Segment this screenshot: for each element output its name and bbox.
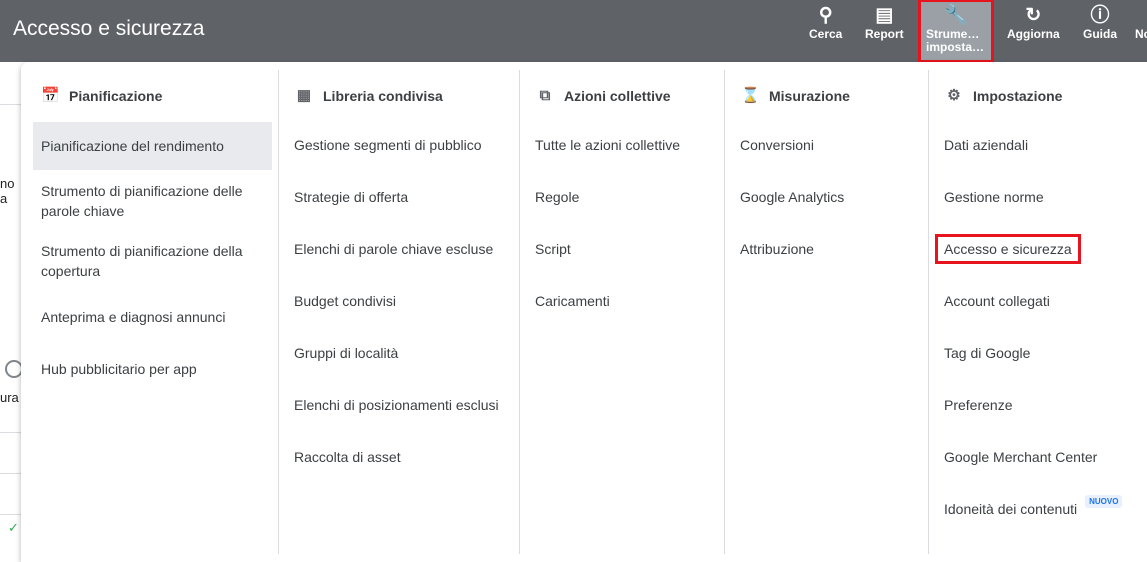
menu-item[interactable]: Google Merchant Center [936, 447, 1147, 467]
wrench-icon: 🔧 [944, 5, 968, 26]
menu-item[interactable]: Account collegati [936, 291, 1147, 311]
report-button[interactable]: ▤ Report [865, 4, 904, 60]
column-title: Misurazione [769, 88, 850, 104]
divider [0, 473, 21, 474]
background-page: no a ura ✓ [0, 62, 23, 554]
menu-item[interactable]: Strumento di pianificazione della copert… [33, 241, 272, 281]
settings-icon: ⚙ [947, 87, 961, 104]
help-icon: ⓘ [1090, 5, 1110, 26]
menu-item[interactable]: Script [527, 239, 718, 259]
refresh-label: Aggiorna [1007, 27, 1060, 41]
background-text: ura [0, 390, 19, 405]
menu-column-misurazione: ⌛ Misurazione Conversioni Google Analytic… [725, 70, 929, 554]
menu-item[interactable]: Elenchi di parole chiave escluse [286, 239, 513, 259]
report-label: Report [865, 27, 904, 41]
background-text: no a [0, 176, 15, 206]
calendar-icon: 📅 [41, 87, 60, 104]
menu-item[interactable]: Strumento di pianificazione delle parole… [33, 181, 272, 221]
column-header: ⚙ Impostazione [945, 87, 1062, 105]
menu-item[interactable]: Budget condivisi [286, 291, 513, 311]
menu-item-label: Idoneità dei contenuti [944, 501, 1078, 517]
page-title: Accesso e sicurezza [13, 17, 205, 40]
menu-item[interactable]: Dati aziendali [936, 135, 1147, 155]
check-icon: ✓ [8, 520, 19, 535]
column-header: ⧉ Azioni collettive [536, 87, 671, 105]
divider [0, 514, 21, 515]
menu-item[interactable]: Anteprima e diagnosi annunci [33, 307, 272, 327]
column-title: Impostazione [973, 88, 1063, 104]
notifications-label: No [1135, 27, 1147, 41]
refresh-button[interactable]: ↻ Aggiorna [1007, 4, 1060, 60]
new-badge: NUOVO [1085, 494, 1123, 508]
menu-column-azioni: ⧉ Azioni collettive Tutte le azioni colle… [520, 70, 725, 554]
menu-column-libreria: ▦ Libreria condivisa Gestione segmenti di… [279, 70, 520, 554]
menu-item[interactable]: Caricamenti [527, 291, 718, 311]
column-title: Pianificazione [69, 88, 163, 104]
menu-item[interactable]: Attribuzione [732, 239, 922, 259]
menu-column-pianificazione: 📅 Pianificazione Pianificazione del rendi… [21, 70, 279, 554]
search-icon: ⚲ [818, 5, 833, 26]
menu-item[interactable]: Google Analytics [732, 187, 922, 207]
menu-item-accesso-sicurezza[interactable]: Accesso e sicurezza [935, 234, 1081, 264]
menu-item[interactable]: Elenchi di posizionamenti esclusi [286, 395, 513, 415]
tools-label-2: imposta… [926, 40, 985, 54]
search-label: Cerca [809, 27, 843, 41]
report-icon: ▤ [875, 5, 894, 26]
refresh-icon: ↻ [1025, 5, 1042, 26]
copy-icon: ⧉ [539, 87, 551, 104]
menu-item[interactable]: Regole [527, 187, 718, 207]
help-button[interactable]: ⓘ Guida [1083, 4, 1117, 60]
column-title: Azioni collettive [564, 88, 671, 104]
menu-item[interactable]: Preferenze [936, 395, 1147, 415]
menu-item[interactable]: Tutte le azioni collettive [527, 135, 718, 155]
menu-column-impostazione: ⚙ Impostazione Dati aziendali Gestione no… [929, 70, 1147, 554]
search-button[interactable]: ⚲ Cerca [809, 4, 842, 60]
menu-item[interactable]: Tag di Google [936, 343, 1147, 363]
menu-item[interactable]: Gestione segmenti di pubblico [286, 135, 513, 155]
menu-item[interactable]: Strategie di offerta [286, 187, 513, 207]
divider [0, 104, 21, 105]
top-bar: Accesso e sicurezza ⚲ Cerca ▤ Report 🔧 Stru… [0, 0, 1147, 63]
tools-settings-button[interactable]: 🔧 Strume… imposta… [918, 0, 994, 63]
column-header: 📅 Pianificazione [41, 87, 162, 105]
menu-item[interactable]: Hub pubblicitario per app [33, 359, 272, 379]
menu-item[interactable]: Raccolta di asset [286, 447, 513, 467]
divider [0, 432, 21, 433]
menu-item[interactable]: Gruppi di località [286, 343, 513, 363]
menu-item[interactable]: Conversioni [732, 135, 922, 155]
tools-menu: 📅 Pianificazione Pianificazione del rendi… [21, 62, 1147, 562]
column-header: ⌛ Misurazione [741, 87, 850, 105]
notifications-button[interactable]: No [1135, 4, 1147, 60]
menu-item[interactable]: Gestione norme [936, 187, 1147, 207]
help-label: Guida [1083, 27, 1118, 41]
library-icon: ▦ [296, 87, 312, 104]
menu-item-idoneita[interactable]: Idoneità dei contenuti NUOVO [936, 494, 1147, 519]
menu-item[interactable]: Pianificazione del rendimento [33, 122, 272, 170]
column-title: Libreria condivisa [323, 88, 443, 104]
hourglass-icon: ⌛ [741, 87, 760, 104]
column-header: ▦ Libreria condivisa [295, 87, 443, 105]
